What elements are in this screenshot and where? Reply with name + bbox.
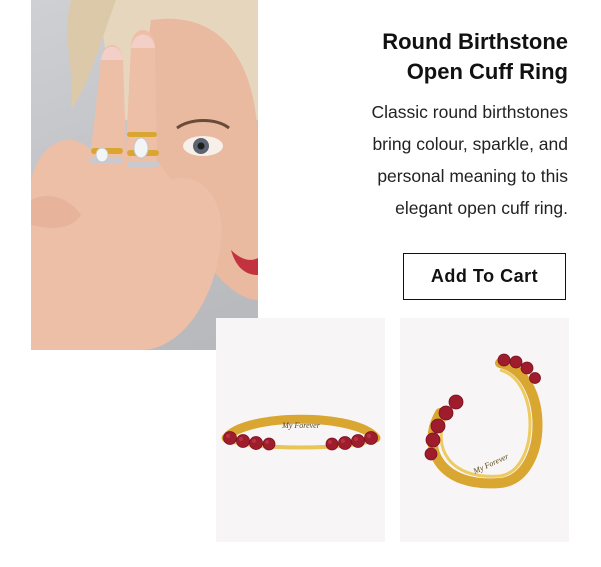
description-line-2: bring colour, sparkle, and	[372, 134, 568, 154]
ring-engraving-front: My Forever	[281, 421, 321, 430]
ring-side-photo[interactable]: My Forever	[400, 318, 569, 542]
description-line-4: elegant open cuff ring.	[395, 198, 568, 218]
hero-model-photo	[31, 0, 258, 350]
description-line-1: Classic round birthstones	[371, 102, 568, 122]
ring-front-photo[interactable]: My Forever	[216, 318, 385, 542]
product-title-line-1: Round Birthstone	[382, 29, 568, 54]
model-illustration	[31, 0, 258, 350]
ring-engraving-side: My Forever	[471, 451, 511, 476]
add-to-cart-button[interactable]: Add To Cart	[403, 253, 566, 300]
description-line-3: personal meaning to this	[377, 166, 568, 186]
ring-side-illustration: My Forever	[424, 353, 543, 489]
product-title-line-2: Open Cuff Ring	[406, 59, 568, 84]
product-title: Round Birthstone Open Cuff Ring	[308, 27, 568, 87]
product-description: Classic round birthstones bring colour, …	[308, 96, 568, 224]
ring-front-illustration: My Forever	[221, 414, 381, 451]
